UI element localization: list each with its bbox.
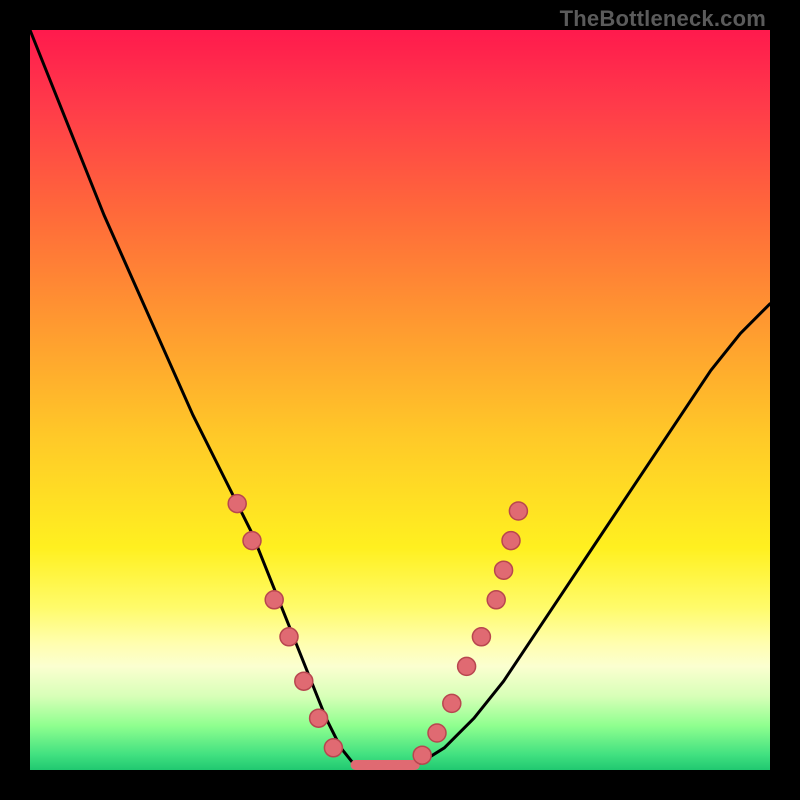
data-marker	[458, 657, 476, 675]
data-marker	[443, 694, 461, 712]
data-marker	[472, 628, 490, 646]
data-marker	[509, 502, 527, 520]
markers-group	[228, 495, 527, 765]
bottleneck-curve	[30, 30, 770, 770]
watermark-label: TheBottleneck.com	[560, 6, 766, 32]
data-marker	[428, 724, 446, 742]
data-marker	[502, 532, 520, 550]
chart-svg	[30, 30, 770, 770]
data-marker	[295, 672, 313, 690]
data-marker	[495, 561, 513, 579]
data-marker	[310, 709, 328, 727]
plot-area	[30, 30, 770, 770]
data-marker	[228, 495, 246, 513]
data-marker	[243, 532, 261, 550]
data-marker	[413, 746, 431, 764]
data-marker	[487, 591, 505, 609]
data-marker	[265, 591, 283, 609]
chart-frame: TheBottleneck.com	[0, 0, 800, 800]
data-marker	[280, 628, 298, 646]
data-marker	[324, 739, 342, 757]
